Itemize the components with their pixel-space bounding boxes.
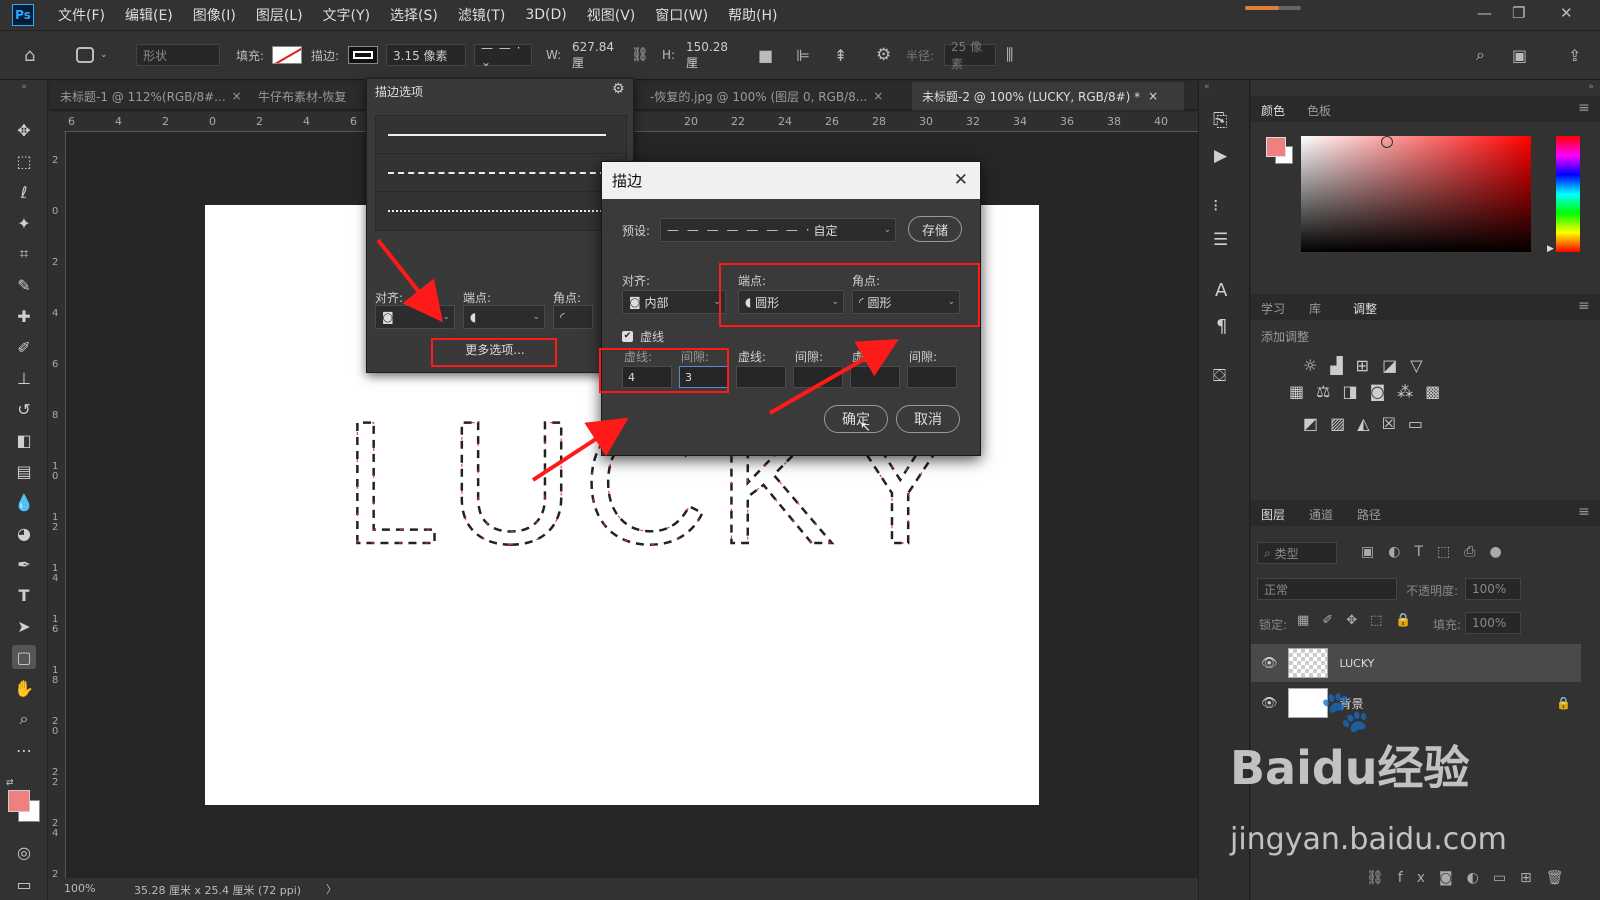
arrow-to-caps (769, 339, 899, 415)
annotation-arrows (376, 238, 899, 482)
arrow-to-dash (531, 417, 629, 482)
arrow-to-align (376, 238, 443, 323)
